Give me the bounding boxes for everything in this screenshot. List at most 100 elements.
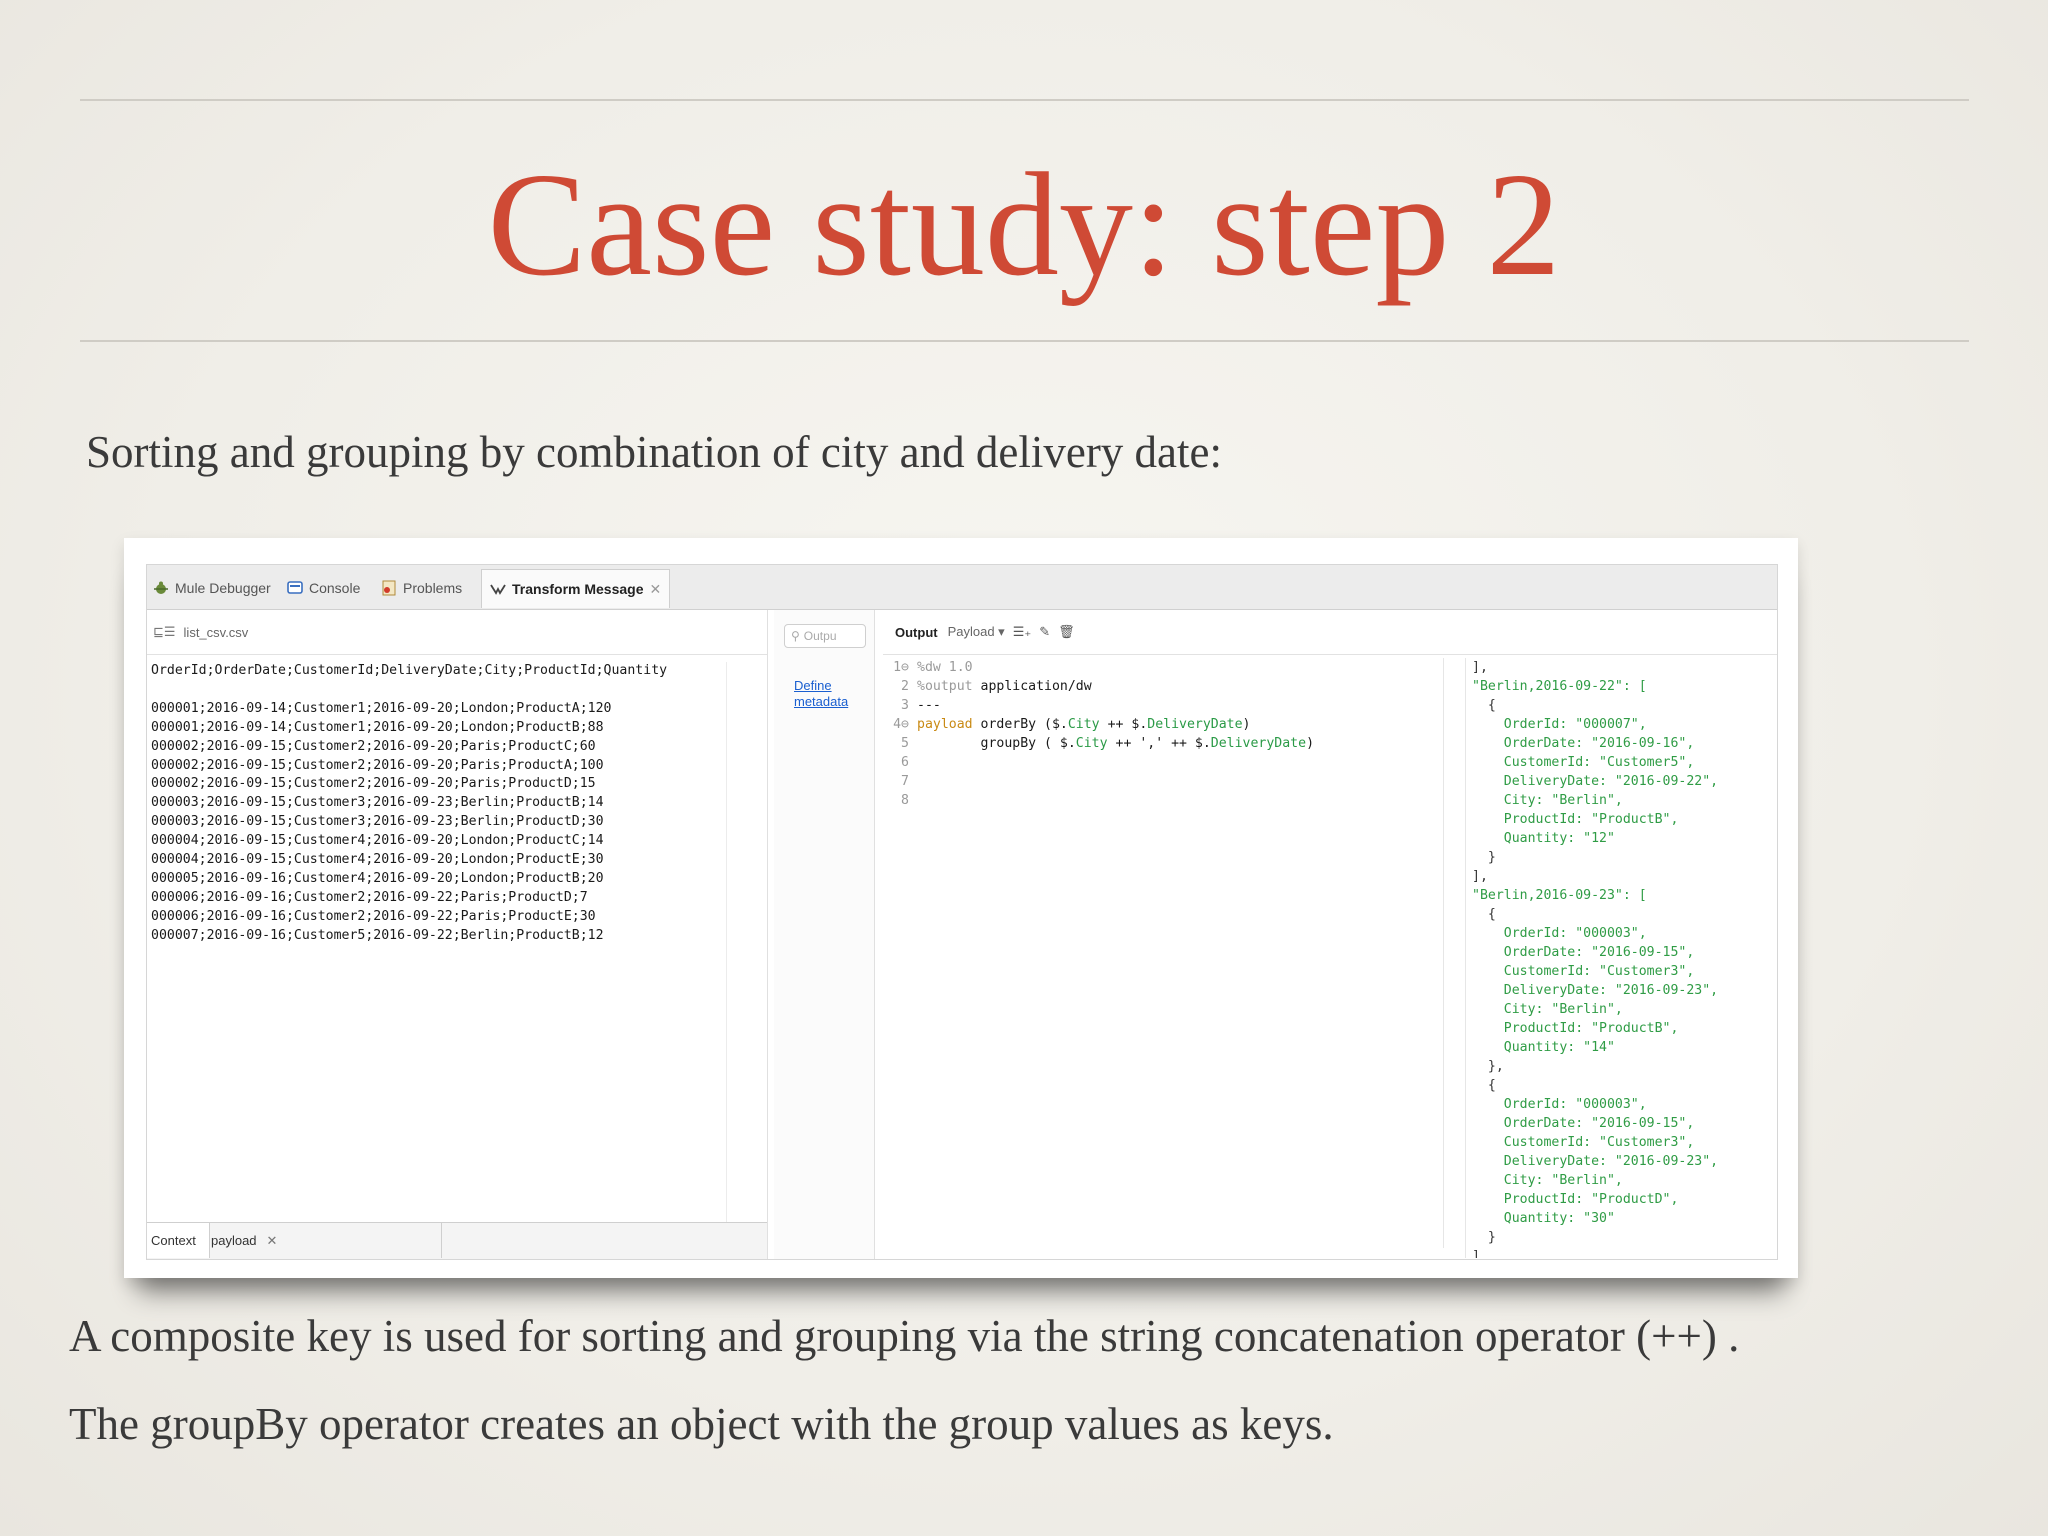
title-rule [80, 340, 1969, 342]
add-output-icon[interactable]: ☰₊ [1013, 624, 1032, 640]
groupby-note: The groupBy operator creates an object w… [69, 1399, 1334, 1449]
slide-title: Case study: step 2 [487, 143, 1561, 307]
tab-problems[interactable]: Problems [381, 573, 462, 603]
input-pane: ⊑☰ list_csv.csv OrderId;OrderDate;Custom… [147, 610, 768, 1259]
search-icon: ⚲ [791, 629, 800, 643]
output-preview[interactable]: ], "Berlin,2016-09-22": [ { OrderId: "000… [1465, 658, 1776, 1258]
define-metadata-link[interactable]: Define metadata [794, 678, 848, 710]
bug-icon [154, 581, 168, 594]
tab-context-label: Context [151, 1233, 196, 1248]
csv-row: 000004;2016-09-15;Customer4;2016-09-20;L… [151, 852, 604, 868]
json-line: City: "Berlin", [1472, 1173, 1623, 1188]
csv-header: OrderId;OrderDate;CustomerId;DeliveryDat… [151, 663, 668, 678]
json-line: CustomerId: "Customer3", [1472, 964, 1695, 979]
json-line: Quantity: "30" [1472, 1211, 1615, 1226]
csv-row: 000001;2016-09-14;Customer1;2016-09-20;L… [151, 700, 612, 716]
csv-input-view[interactable]: OrderId;OrderDate;CustomerId;DeliveryDat… [151, 662, 727, 1247]
metadata-pane: ⚲ Outpu Define metadata [774, 610, 875, 1259]
tab-label: Console [309, 580, 361, 596]
dataweave-editor[interactable]: 1⊖ %dw 1.0 2 %output application/dw 3 --- 4⊖ pa… [883, 658, 1444, 1248]
payload-dropdown[interactable]: Payload ▾ [948, 624, 1005, 640]
csv-row: 000002;2016-09-15;Customer2;2016-09-20;P… [151, 757, 604, 773]
code-line: 5 groupBy ( $.City ++ ',' ++ $.DeliveryD… [901, 736, 1315, 751]
json-line: OrderId: "000003", [1472, 1097, 1647, 1112]
json-line: }, [1472, 1059, 1504, 1074]
json-line: DeliveryDate: "2016-09-22", [1472, 774, 1719, 789]
json-line: OrderId: "000007", [1472, 717, 1647, 732]
input-bottom-tabs: Context payload ✕ [147, 1222, 767, 1259]
json-line: { [1472, 1078, 1496, 1093]
json-line: } [1472, 1230, 1496, 1245]
json-line: Quantity: "14" [1472, 1040, 1615, 1055]
json-line: CustomerId: "Customer5", [1472, 755, 1695, 770]
json-line: "Berlin,2016-09-22": [ [1472, 679, 1647, 694]
tab-payload-label: payload [211, 1233, 257, 1248]
json-line: OrderDate: "2016-09-15", [1472, 1116, 1695, 1131]
json-line: ProductId: "ProductD", [1472, 1192, 1679, 1207]
input-file-header: ⊑☰ list_csv.csv [147, 610, 767, 655]
trash-icon[interactable]: 🗑 [1058, 624, 1075, 640]
json-line: ], [1472, 869, 1488, 884]
csv-row: 000003;2016-09-15;Customer3;2016-09-23;B… [151, 814, 604, 830]
code-line: 4⊖ payload orderBy ($.City ++ $.DeliveryD… [893, 717, 1251, 732]
json-line: OrderDate: "2016-09-16", [1472, 736, 1695, 751]
json-line: ], [1472, 660, 1488, 675]
json-line: } [1472, 850, 1496, 865]
ide-window: Mule Debugger Console Problems Transform… [146, 564, 1778, 1260]
json-line: OrderDate: "2016-09-15", [1472, 945, 1695, 960]
problems-icon [382, 580, 396, 596]
csv-row: 000004;2016-09-15;Customer4;2016-09-20;L… [151, 833, 604, 849]
json-line: OrderId: "000003", [1472, 926, 1647, 941]
top-rule [80, 99, 1969, 101]
json-line: CustomerId: "Customer3", [1472, 1135, 1695, 1150]
csv-row: 000006;2016-09-16;Customer2;2016-09-22;P… [151, 908, 596, 924]
tree-icon[interactable]: ⊑☰ [153, 624, 176, 640]
json-line: { [1472, 698, 1496, 713]
output-label: Output [895, 624, 938, 640]
csv-row: 000002;2016-09-15;Customer2;2016-09-20;P… [151, 776, 596, 792]
pencil-icon[interactable]: ✎ [1039, 624, 1050, 640]
define-metadata-line1: Define [794, 678, 832, 693]
output-search-input[interactable]: ⚲ Outpu [784, 624, 866, 648]
output-pane: Output Payload ▾ ☰₊ ✎ 🗑 1⊖ %dw 1.0 2 %outpu… [883, 610, 1777, 1259]
tab-label: Transform Message [512, 581, 644, 597]
csv-row: 000001;2016-09-14;Customer1;2016-09-20;L… [151, 719, 604, 735]
csv-row: 000006;2016-09-16;Customer2;2016-09-22;P… [151, 889, 588, 905]
csv-row: 000003;2016-09-15;Customer3;2016-09-23;B… [151, 795, 604, 811]
tab-payload[interactable]: payload ✕ [211, 1223, 442, 1258]
console-icon [287, 581, 303, 594]
json-line: DeliveryDate: "2016-09-23", [1472, 1154, 1719, 1169]
output-toolbar: Output Payload ▾ ☰₊ ✎ 🗑 [883, 610, 1777, 655]
input-file-name: list_csv.csv [183, 624, 249, 640]
json-line: Quantity: "12" [1472, 831, 1615, 846]
json-line: { [1472, 907, 1496, 922]
define-metadata-line2: metadata [794, 694, 849, 709]
tab-label: Problems [403, 580, 463, 596]
json-line: DeliveryDate: "2016-09-23", [1472, 983, 1719, 998]
json-line: ], [1472, 1249, 1488, 1258]
csv-row: 000005;2016-09-16;Customer4;2016-09-20;L… [151, 870, 604, 886]
json-line: "Berlin,2016-09-23": [ [1472, 888, 1647, 903]
search-placeholder: Outpu [803, 629, 837, 643]
tab-console[interactable]: Console [287, 573, 360, 603]
tab-transform-message[interactable]: Transform Message ✕ [481, 569, 671, 608]
code-line: 6 [901, 755, 909, 770]
code-line: 7 [901, 774, 909, 789]
csv-row: 000002;2016-09-15;Customer2;2016-09-20;P… [151, 738, 596, 754]
tab-context[interactable]: Context [147, 1223, 210, 1258]
code-line: 1⊖ %dw 1.0 [893, 660, 973, 675]
csv-row: 000007;2016-09-16;Customer5;2016-09-22;B… [151, 927, 604, 943]
composite-key-note: A composite key is used for sorting and … [69, 1311, 1740, 1361]
tab-mule-debugger[interactable]: Mule Debugger [153, 573, 271, 603]
json-line: ProductId: "ProductB", [1472, 1021, 1679, 1036]
close-icon[interactable]: ✕ [267, 1233, 278, 1249]
ide-screenshot: Mule Debugger Console Problems Transform… [124, 538, 1798, 1278]
json-line: ProductId: "ProductB", [1472, 812, 1679, 827]
code-line: 2 %output application/dw [901, 679, 1092, 694]
tab-label: Mule Debugger [175, 580, 271, 596]
json-line: City: "Berlin", [1472, 1002, 1623, 1017]
view-tab-bar: Mule Debugger Console Problems Transform… [147, 565, 1777, 610]
close-icon[interactable]: ✕ [650, 581, 662, 598]
code-line: 8 [901, 793, 909, 808]
json-line: City: "Berlin", [1472, 793, 1623, 808]
